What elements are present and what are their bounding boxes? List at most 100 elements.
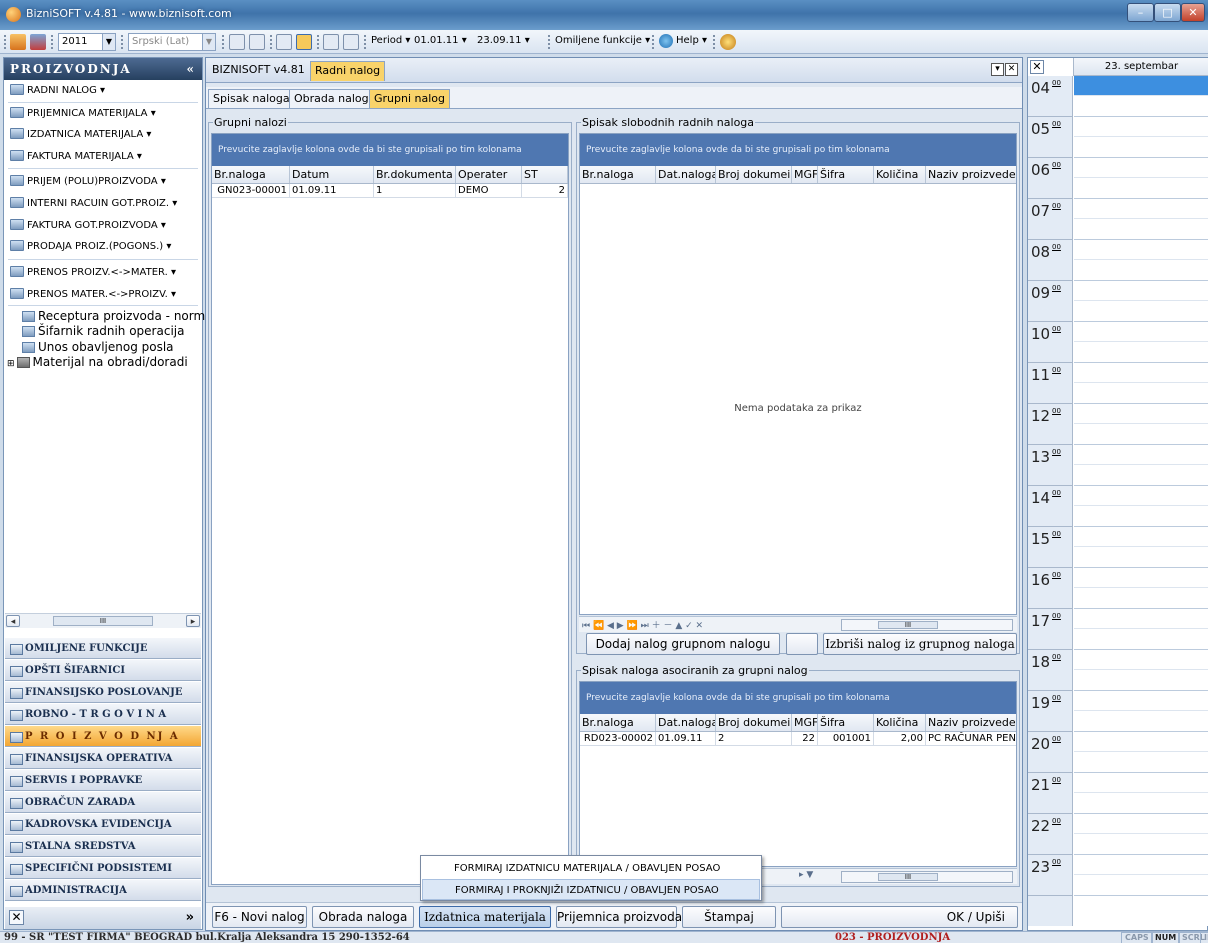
time-slot[interactable] — [1074, 76, 1208, 96]
date-from-picker[interactable]: 01.01.11 ▾ — [414, 33, 476, 51]
nav-horizontal-scrollbar[interactable]: ◂ III ▸ — [5, 613, 201, 628]
product-receipt-button[interactable]: Prijemnica proizvoda — [556, 906, 682, 928]
window-list-icon[interactable]: ▾ — [991, 63, 1004, 76]
column-header[interactable]: Operater — [456, 166, 522, 183]
grid-horizontal-scrollbar[interactable]: III — [841, 619, 1013, 631]
more-icon[interactable]: » — [186, 910, 194, 925]
column-header[interactable]: Šifra — [818, 714, 874, 731]
time-slot[interactable] — [1074, 240, 1208, 260]
print-button[interactable]: Štampaj — [682, 906, 776, 928]
tab-obrada-naloga[interactable]: Obrada naloga — [289, 89, 381, 108]
column-header[interactable]: Naziv proizvedeno — [926, 166, 1016, 183]
nav-item-prijemnica-materijala[interactable]: PRIJEMNICA MATERIJALA ▾ — [10, 107, 156, 119]
column-header[interactable]: Šifra — [818, 166, 874, 183]
tree-item-sifarnik-operacija[interactable]: Šifarnik radnih operacija — [22, 324, 184, 338]
minimize-button[interactable]: – — [1127, 3, 1154, 22]
time-slot[interactable] — [1074, 445, 1208, 465]
column-header[interactable]: MGF — [792, 714, 818, 731]
time-slot[interactable] — [1074, 158, 1208, 178]
time-slot[interactable] — [1074, 363, 1208, 383]
nav-item-radni-nalog[interactable]: RADNI NALOG ▾ — [10, 84, 105, 96]
tools-icon[interactable] — [720, 34, 736, 50]
column-header[interactable]: Dat.naloga — [656, 714, 716, 731]
tab-spisak-naloga[interactable]: Spisak naloga — [208, 89, 295, 108]
time-slot[interactable] — [1074, 876, 1208, 896]
close-icon[interactable]: ✕ — [1005, 63, 1018, 76]
close-button[interactable]: ✕ — [1181, 3, 1205, 22]
nav-item-interni-racun[interactable]: INTERNI RACUIN GOT.PROIZ. ▾ — [10, 197, 177, 209]
module-servis-popravke[interactable]: SERVIS I POPRAVKE — [5, 769, 201, 791]
grupni-nalozi-grid[interactable]: Prevucite zaglavlje kolona ovde da bi st… — [211, 133, 569, 885]
time-slot[interactable] — [1074, 794, 1208, 814]
scroll-thumb[interactable]: III — [53, 616, 153, 626]
asocirani-nalozi-grid[interactable]: Prevucite zaglavlje kolona ovde da bi st… — [579, 681, 1017, 867]
tab-radni-nalog[interactable]: Radni nalog — [310, 61, 386, 81]
time-slot[interactable] — [1074, 384, 1208, 404]
column-header[interactable]: Br.naloga — [212, 166, 290, 183]
navigator-icons[interactable]: ⏮ ⏪ ◀ ▶ ⏩ ⏭ ＋ － ▲ ✓ ✕ — [582, 618, 703, 631]
time-slot[interactable] — [1074, 671, 1208, 691]
module-opsti-sifarnici[interactable]: OPŠTI ŠIFARNICI — [5, 659, 201, 681]
time-slot[interactable] — [1074, 855, 1208, 875]
module-kadrovska-evidencija[interactable]: KADROVSKA EVIDENCIJA — [5, 813, 201, 835]
slobodni-nalozi-grid[interactable]: Prevucite zaglavlje kolona ovde da bi st… — [579, 133, 1017, 615]
time-slots[interactable] — [1074, 76, 1208, 926]
tree-item-materijal-obrada[interactable]: ⊞ Materijal na obradi/doradi — [7, 355, 188, 369]
column-header[interactable]: Količina — [874, 166, 926, 183]
ok-save-button[interactable]: OK / Upiši — [781, 906, 1018, 928]
column-header[interactable]: MGF — [792, 166, 818, 183]
time-slot[interactable] — [1074, 179, 1208, 199]
time-slot[interactable] — [1074, 712, 1208, 732]
module-robno-trgovina[interactable]: ROBNO - T R G O V I N A — [5, 703, 201, 725]
close-icon[interactable]: ✕ — [9, 910, 24, 925]
tree-item-receptura[interactable]: Receptura proizvoda - norm — [22, 309, 205, 323]
module-specificni-podsistemi[interactable]: SPECIFIČNI PODSISTEMI — [5, 857, 201, 879]
time-slot[interactable] — [1074, 527, 1208, 547]
column-header[interactable]: ST — [522, 166, 568, 183]
time-slot[interactable] — [1074, 404, 1208, 424]
column-header[interactable]: Naziv proizvedeno — [926, 714, 1016, 731]
time-slot[interactable] — [1074, 220, 1208, 240]
date-to-picker[interactable]: 23.09.11 ▾ — [477, 33, 543, 51]
nav-item-prodaja-proizvoda[interactable]: PRODAJA PROIZ.(POGONS.) ▾ — [10, 240, 171, 252]
time-slot[interactable] — [1074, 835, 1208, 855]
material-issue-button[interactable]: Izdatnica materijala — [419, 906, 551, 928]
time-slot[interactable] — [1074, 650, 1208, 670]
language-select[interactable]: Srpski (Lat) ▼ — [128, 33, 216, 51]
time-slot[interactable] — [1074, 199, 1208, 219]
list-view-icon[interactable] — [296, 34, 312, 50]
module-finansijsko-poslovanje[interactable]: FINANSIJSKO POSLOVANJE — [5, 681, 201, 703]
module-omiljene-funkcije[interactable]: OMILJENE FUNKCIJE — [5, 637, 201, 659]
year-select[interactable]: 2011 ▼ — [58, 33, 116, 51]
tree-item-unos-posla[interactable]: Unos obavljenog posla — [22, 340, 174, 354]
column-header[interactable]: Dat.naloga — [656, 166, 716, 183]
time-slot[interactable] — [1074, 486, 1208, 506]
time-slot[interactable] — [1074, 302, 1208, 322]
time-slot[interactable] — [1074, 732, 1208, 752]
time-slot[interactable] — [1074, 548, 1208, 568]
close-icon[interactable]: ✕ — [1030, 60, 1044, 74]
time-slot[interactable] — [1074, 609, 1208, 629]
save-icon[interactable] — [343, 34, 359, 50]
organization-icon[interactable] — [10, 34, 26, 50]
nav-item-faktura-got-proizvoda[interactable]: FAKTURA GOT.PROIZVODA ▾ — [10, 219, 166, 231]
table-row[interactable]: GN023-00001 01.09.11 1 DEMO 2 — [212, 184, 568, 198]
time-slot[interactable] — [1074, 466, 1208, 486]
spacer-button[interactable] — [786, 633, 818, 655]
menu-item-form-issue[interactable]: FORMIRAJ IZDATNICU MATERIJALA / OBAVLJEN… — [422, 858, 760, 879]
module-administracija[interactable]: ADMINISTRACIJA — [5, 879, 201, 901]
column-header[interactable]: Br.naloga — [580, 714, 656, 731]
calendar-date-header[interactable]: 23. septembar — [1073, 58, 1208, 76]
column-header[interactable]: Datum — [290, 166, 374, 183]
time-slot[interactable] — [1074, 507, 1208, 527]
time-slot[interactable] — [1074, 814, 1208, 834]
time-slot[interactable] — [1074, 261, 1208, 281]
scroll-thumb[interactable]: III — [878, 873, 938, 881]
add-to-group-button[interactable]: Dodaj nalog grupnom nalogu — [586, 633, 780, 655]
module-obracun-zarada[interactable]: OBRAČUN ZARADA — [5, 791, 201, 813]
time-slot[interactable] — [1074, 322, 1208, 342]
grid-horizontal-scrollbar[interactable]: III — [841, 871, 1013, 883]
scroll-thumb[interactable]: III — [878, 621, 938, 629]
time-slot[interactable] — [1074, 773, 1208, 793]
module-proizvodnja[interactable]: P R O I Z V O D NJ A — [5, 725, 201, 747]
